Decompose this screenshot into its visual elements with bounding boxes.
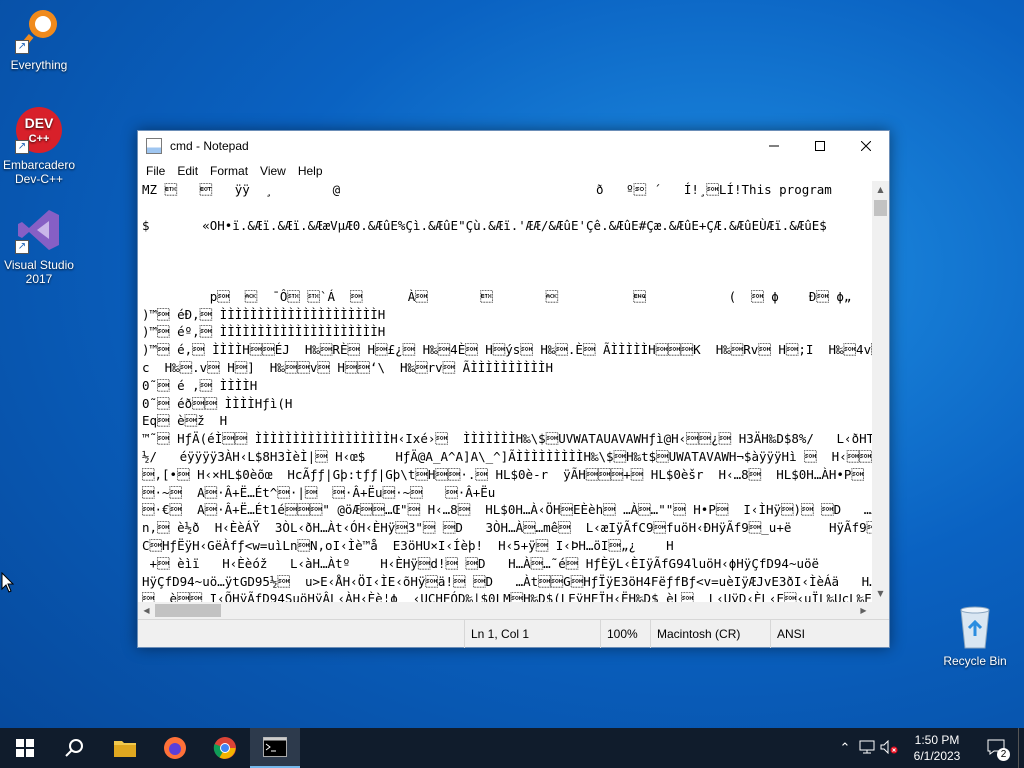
scroll-down-arrow-icon[interactable]: ▼ [872,585,889,602]
editor-line: )™ éÐ, ÌÌÌÌÌÌÌÌÌÌÌÌÌÌÌÌÌÌÌÌÌH [142,306,386,322]
shortcut-arrow-icon: ↗ [15,40,29,54]
menu-edit[interactable]: Edit [171,164,204,178]
editor-line: c H‰.v H] H‰v H‘\ H‰rv ÃÌÌÌÌÌÌ… [142,359,553,375]
text-editor[interactable]: MZ   ÿÿ ¸ @ ð º ´ Í!¸LÍ!This program… [138,181,872,602]
editor-line: CHƒËÿH‹GëÀfƒ<w=uìLnN,oI‹Ìè™å E3öHU×I‹Í… [142,537,674,553]
editor-line: ½/ éÿÿÿÿ3ÀH‹L$8H3ÌèÌ| H‹œ$ HƒÄ@A_A^A]A\… [142,448,872,464]
editor-line: + èìï H‹Èèóž L‹àH…Àtº H‹ÈHÿd! D H…À… [142,555,820,571]
editor-line: 0˜ éð ÌÌÌÌHƒì(H [142,395,293,411]
taskbar-chrome[interactable] [200,728,250,768]
shortcut-arrow-icon: ↗ [15,140,29,154]
taskbar: ⌃ 1:50 PM 6/1/2023 2 [0,728,1024,768]
desktop-icon-label: Embarcadero Dev-C++ [2,158,76,186]
chrome-icon [213,737,236,759]
editor-line: n, è½ð H‹ÈèÁŸ 3ÒL‹ðH…Àt‹ÓH‹ÈHÿ3" D 3… [142,520,872,536]
editor-line: ·~ A·Â+Ë…Ét^·| ·Â+Ëu·~ ·Â+Ëu [142,484,496,500]
system-tray: ⌃ 1:50 PM 6/1/2023 2 [834,728,1024,768]
horizontal-scroll-thumb[interactable] [155,604,221,617]
desktop-icon-everything[interactable]: ↗ Everything [1,6,77,72]
search-icon [65,739,83,757]
maximize-icon [815,141,825,151]
everything-icon: ↗ [15,6,63,54]
editor-line: ,[• H‹×HL$0èõœ HcÃƒƒ|Gþ:tƒƒ|Gþ\tH·.… [142,466,864,482]
notepad-window[interactable]: cmd - Notepad File Edit Format View Help… [137,130,890,648]
desktop-icon-visual-studio[interactable]: ↗ Visual Studio 2017 [1,206,77,286]
devcpp-logo-text: DEV [25,115,54,131]
clock-time: 1:50 PM [914,733,960,747]
vertical-scrollbar[interactable]: ▲ ▼ [872,181,889,602]
desktop-icon-recycle-bin[interactable]: Recycle Bin [937,602,1013,668]
windows-logo-icon [16,739,34,757]
minimize-icon [769,145,779,147]
editor-line: ™˜ HƒÄ(éÌ ÌÌÌÌÌÌÌÌÌÌÌÌÌÌÌÌÌÌH‹Ixé› Ì… [142,431,872,447]
clock[interactable]: 1:50 PM 6/1/2023 [900,732,974,764]
desktop-icon-devcpp[interactable]: DEV C++ ↗ Embarcadero Dev-C++ [1,106,77,186]
file-explorer-icon [114,741,136,757]
editor-line: HÿÇfD94~uö…ÿtGD95½ u>E‹ÅH‹ÖI‹ÌE‹õHÿä!… [142,573,872,589]
editor-line: Eq èž H [142,413,228,429]
editor-line: MZ   ÿÿ ¸ @ ð º ´ Í!¸LÍ!This program [142,182,832,197]
scrollbar-corner [872,602,889,619]
editor-area: MZ   ÿÿ ¸ @ ð º ´ Í!¸LÍ!This program… [138,181,889,619]
show-hidden-icons-chevron-icon[interactable]: ⌃ [834,740,856,756]
desktop-icon-label: Everything [10,58,68,72]
editor-line: p  ¯Ô `Á  À    (  ϕ Ð ϕ„  4… [142,288,872,304]
volume-muted-icon[interactable] [878,739,900,757]
recycle-bin-icon [951,602,999,650]
taskbar-file-explorer[interactable] [100,728,150,768]
desktop-icon-label: Recycle Bin [943,654,1007,668]
mouse-cursor-icon [1,572,15,593]
window-title: cmd - Notepad [170,139,249,153]
close-icon [861,141,871,151]
taskbar-cmd[interactable] [250,728,300,768]
scroll-right-arrow-icon[interactable]: ▶ [855,602,872,619]
notification-badge: 2 [997,747,1010,761]
start-button[interactable] [0,728,50,768]
network-icon[interactable] [856,740,878,757]
menu-format[interactable]: Format [204,164,254,178]
search-button[interactable] [50,728,100,768]
title-bar[interactable]: cmd - Notepad [138,131,889,161]
vertical-scroll-thumb[interactable] [874,200,887,216]
minimize-button[interactable] [751,131,797,161]
scroll-up-arrow-icon[interactable]: ▲ [872,181,889,198]
editor-line:  è I‹ÕHÿÃfD94SuöHÿÂL‹ÀH‹Èè¦ϕ ‹UÇHEÓD‰… [142,591,872,602]
notepad-app-icon [146,138,162,154]
editor-line: $ «OH•ï.&Æï.&Æï.&ÆæVµÆ0.&ÆûE%Çì.&ÆûE"Çù.… [142,217,827,233]
devcpp-logo-subtext: C++ [29,133,50,145]
editor-line: ·€ A·Â+Ë…Ét1é" @öÆ…Œ" H‹…8 HL$… [142,502,872,518]
firefox-icon [164,737,186,759]
action-center-button[interactable]: 2 [974,739,1018,761]
command-prompt-icon [263,737,287,757]
editor-line: )™ é, ÌÌÌÌHÉJ H‰RÈ H£¿ H‰4È H… [142,342,872,358]
devcpp-icon: DEV C++ ↗ [15,106,63,154]
status-line-ending: Macintosh (CR) [650,620,770,648]
status-position: Ln 1, Col 1 [464,620,600,648]
visual-studio-icon: ↗ [15,206,63,254]
taskbar-firefox[interactable] [150,728,200,768]
menu-bar: File Edit Format View Help [138,161,889,181]
desktop-icon-label: Visual Studio 2017 [4,258,74,286]
status-bar: Ln 1, Col 1 100% Macintosh (CR) ANSI [138,619,889,648]
status-zoom: 100% [600,620,650,648]
close-button[interactable] [843,131,889,161]
menu-file[interactable]: File [140,164,171,178]
horizontal-scrollbar[interactable]: ◀ ▶ [138,602,872,619]
menu-help[interactable]: Help [292,164,329,178]
editor-line: )™ éº, ÌÌÌÌÌÌÌÌÌÌÌÌÌÌÌÌÌÌÌÌÌH [142,324,386,340]
status-encoding: ANSI [770,620,874,648]
shortcut-arrow-icon: ↗ [15,240,29,254]
clock-date: 6/1/2023 [913,749,961,763]
editor-line: 0˜ é , ÌÌÌÌH [142,377,258,393]
maximize-button[interactable] [797,131,843,161]
menu-view[interactable]: View [254,164,292,178]
show-desktop-button[interactable] [1018,728,1024,768]
scroll-left-arrow-icon[interactable]: ◀ [138,602,155,619]
